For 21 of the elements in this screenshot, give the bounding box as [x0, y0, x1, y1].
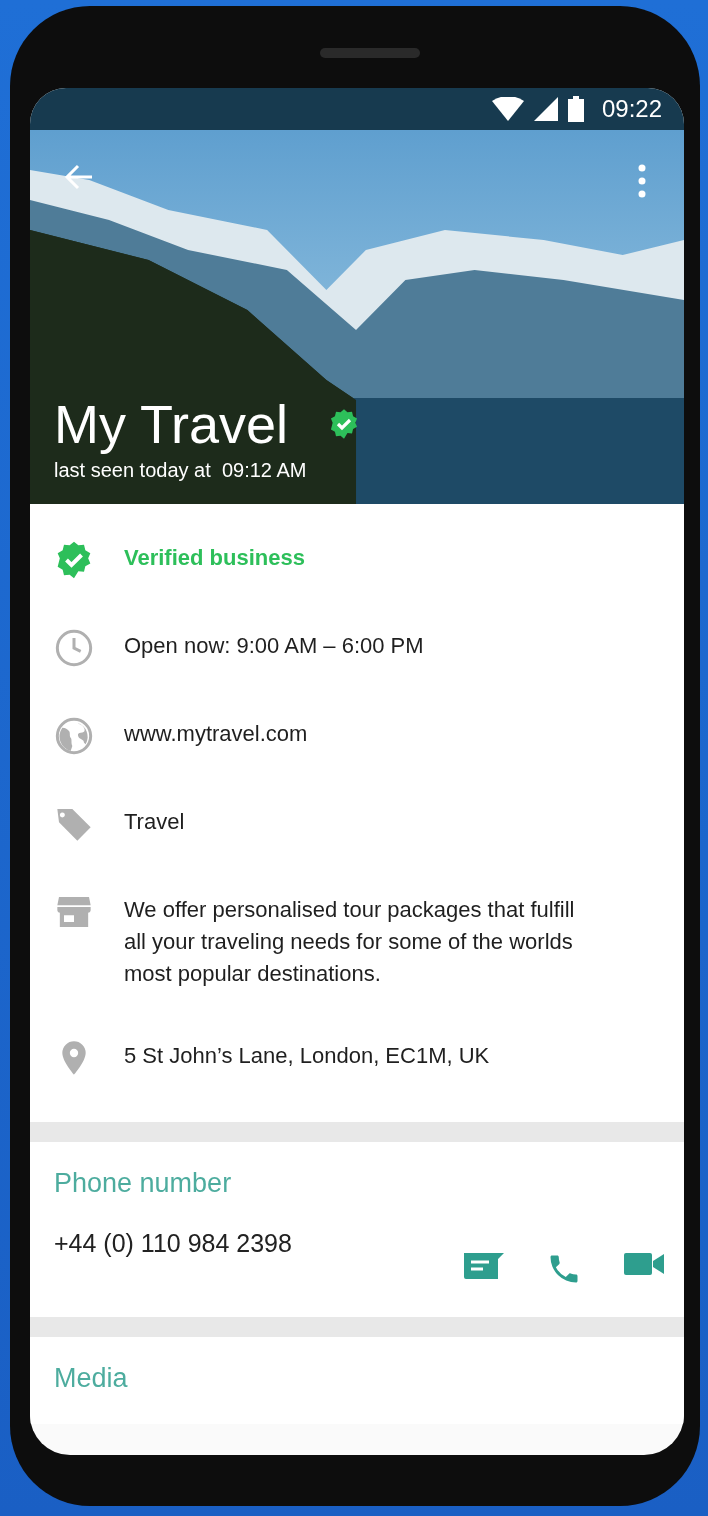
battery-icon	[567, 96, 584, 122]
info-text: Travel	[124, 808, 185, 836]
signal-icon	[533, 97, 558, 121]
last-seen-text: last seen today at 09:12 AM	[54, 459, 308, 482]
globe-icon	[54, 716, 94, 756]
more-vertical-icon	[638, 164, 646, 198]
clock-time: 09:22	[601, 95, 662, 123]
back-arrow-icon	[64, 164, 94, 190]
info-text: 5 St John’s Lane, London, EC1M, UK	[124, 1042, 490, 1070]
clock-icon	[54, 628, 94, 668]
info-text: We offer personalised tour packages that fulfill all your traveling needs for some of the worlds most popular destinations.	[124, 896, 576, 988]
wifi-icon	[491, 97, 524, 121]
section-heading: Phone number	[54, 1168, 233, 1199]
info-text: Verified business	[124, 544, 305, 572]
business-name: My Travel	[54, 393, 289, 455]
website-link[interactable]: www.mytravel.com	[124, 716, 308, 750]
info-text: Open now: 9:00 AM – 6:00 PM	[124, 632, 424, 660]
section-heading: Media	[54, 1363, 129, 1394]
phone-number: +44 (0) 110 984 2398	[54, 1229, 292, 1258]
message-icon	[462, 1251, 504, 1281]
video-camera-icon	[624, 1251, 664, 1277]
